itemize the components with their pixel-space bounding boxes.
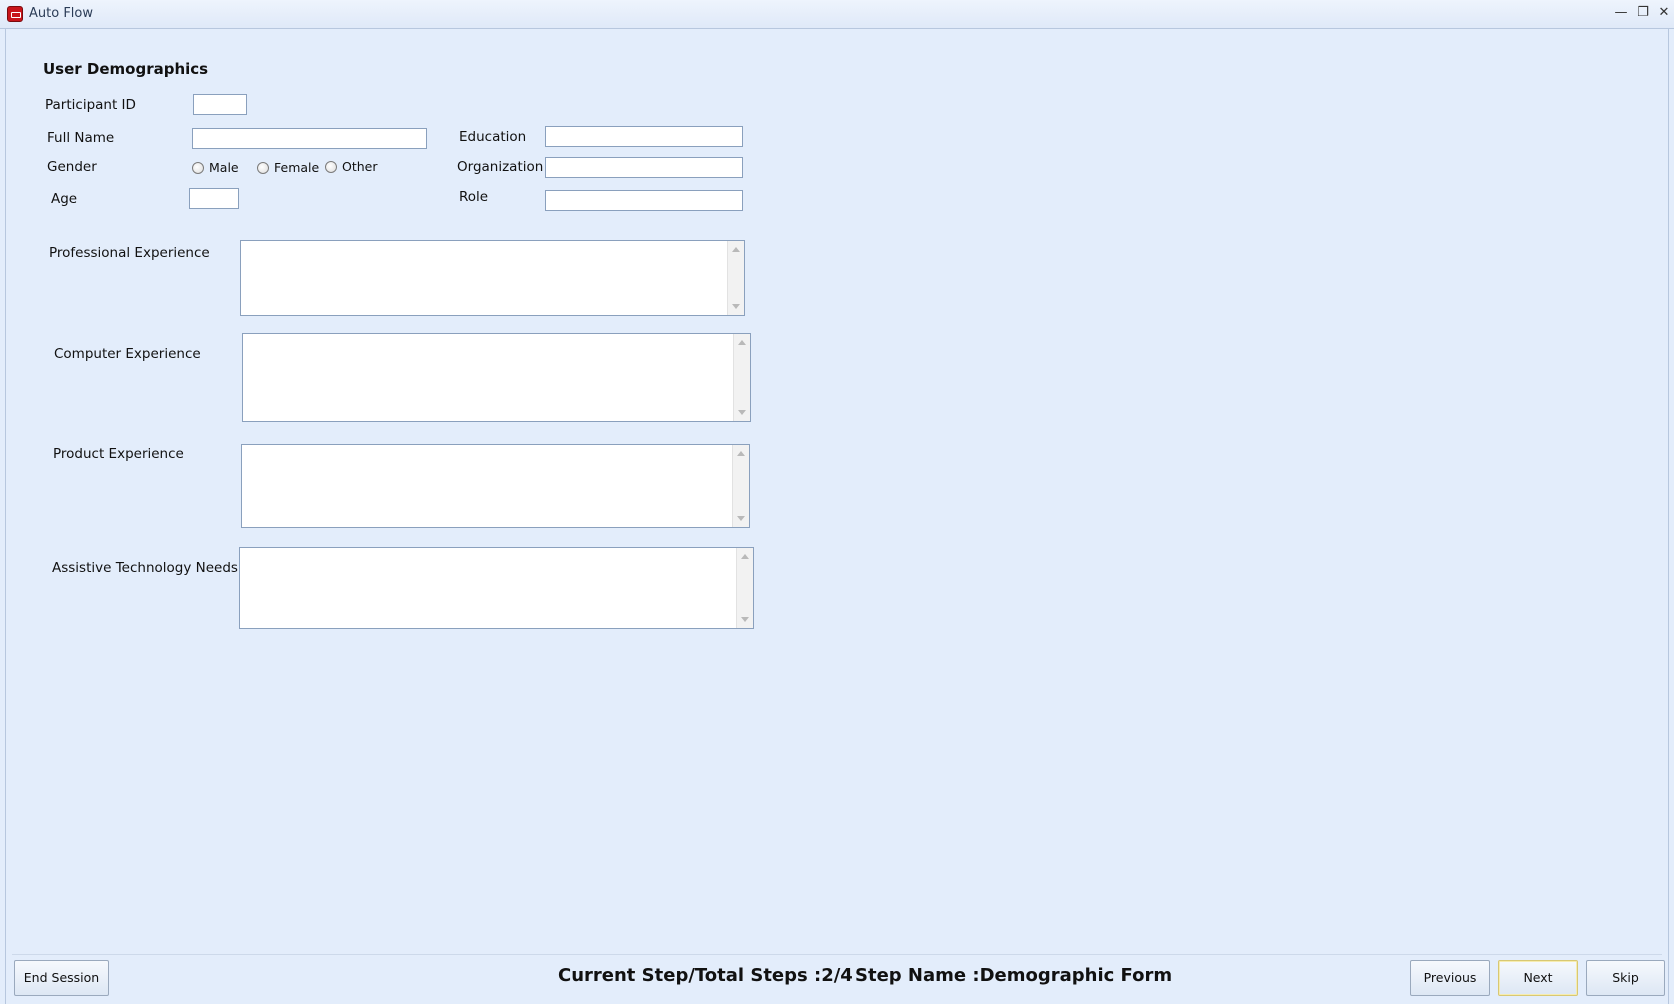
gender-option-other-label: Other xyxy=(342,159,378,174)
professional-experience-scrollbar[interactable] xyxy=(727,241,744,315)
footer-divider xyxy=(12,954,1662,955)
minimize-icon[interactable]: — xyxy=(1612,4,1630,22)
title-bar: Auto Flow — ❐ ✕ xyxy=(0,0,1674,29)
scroll-up-icon[interactable] xyxy=(738,340,746,345)
scroll-down-icon[interactable] xyxy=(737,516,745,521)
assistive-technology-label: Assistive Technology Needs xyxy=(52,560,238,576)
assistive-technology-scrollbar[interactable] xyxy=(736,548,753,628)
gender-radio-other[interactable]: Other xyxy=(325,159,378,174)
role-label: Role xyxy=(459,189,489,205)
radio-other-icon[interactable] xyxy=(325,160,337,173)
professional-experience-textarea[interactable] xyxy=(240,240,745,316)
window-title: Auto Flow xyxy=(29,6,93,21)
assistive-technology-textarea[interactable] xyxy=(239,547,754,629)
radio-female-icon[interactable] xyxy=(257,161,269,174)
full-name-label: Full Name xyxy=(47,130,115,146)
step-name-status: Step Name :Demographic Form xyxy=(855,965,1173,986)
gender-radio-female[interactable]: Female xyxy=(257,160,319,175)
close-icon[interactable]: ✕ xyxy=(1655,4,1673,22)
gender-radio-male[interactable]: Male xyxy=(192,160,239,175)
organization-input[interactable] xyxy=(545,157,743,178)
next-button[interactable]: Next xyxy=(1498,960,1578,996)
participant-id-input[interactable] xyxy=(193,94,247,115)
scroll-down-icon[interactable] xyxy=(738,410,746,415)
computer-experience-scrollbar[interactable] xyxy=(733,334,750,421)
scroll-up-icon[interactable] xyxy=(737,451,745,456)
scroll-up-icon[interactable] xyxy=(741,554,749,559)
product-experience-label: Product Experience xyxy=(53,446,184,462)
role-input[interactable] xyxy=(545,190,743,211)
gender-option-male-label: Male xyxy=(209,160,239,175)
product-experience-scrollbar[interactable] xyxy=(732,445,749,527)
computer-experience-label: Computer Experience xyxy=(54,346,201,362)
age-label: Age xyxy=(51,191,78,207)
scroll-down-icon[interactable] xyxy=(741,617,749,622)
gender-label: Gender xyxy=(47,159,97,175)
participant-id-label: Participant ID xyxy=(45,97,136,113)
restore-icon[interactable]: ❐ xyxy=(1634,4,1652,22)
form-heading: User Demographics xyxy=(43,60,209,78)
app-icon xyxy=(7,6,23,22)
gender-option-female-label: Female xyxy=(274,160,320,175)
current-step-status: Current Step/Total Steps :2/4 xyxy=(558,965,853,986)
organization-label: Organization xyxy=(457,159,544,175)
product-experience-textarea[interactable] xyxy=(241,444,750,528)
education-input[interactable] xyxy=(545,126,743,147)
full-name-input[interactable] xyxy=(192,128,427,149)
professional-experience-label: Professional Experience xyxy=(49,245,210,261)
skip-button[interactable]: Skip xyxy=(1586,960,1665,996)
end-session-button[interactable]: End Session xyxy=(14,960,109,996)
computer-experience-textarea[interactable] xyxy=(242,333,751,422)
education-label: Education xyxy=(459,129,527,145)
previous-button[interactable]: Previous xyxy=(1410,960,1490,996)
age-input[interactable] xyxy=(189,188,239,209)
scroll-up-icon[interactable] xyxy=(732,247,740,252)
scroll-down-icon[interactable] xyxy=(732,304,740,309)
radio-male-icon[interactable] xyxy=(192,161,204,174)
